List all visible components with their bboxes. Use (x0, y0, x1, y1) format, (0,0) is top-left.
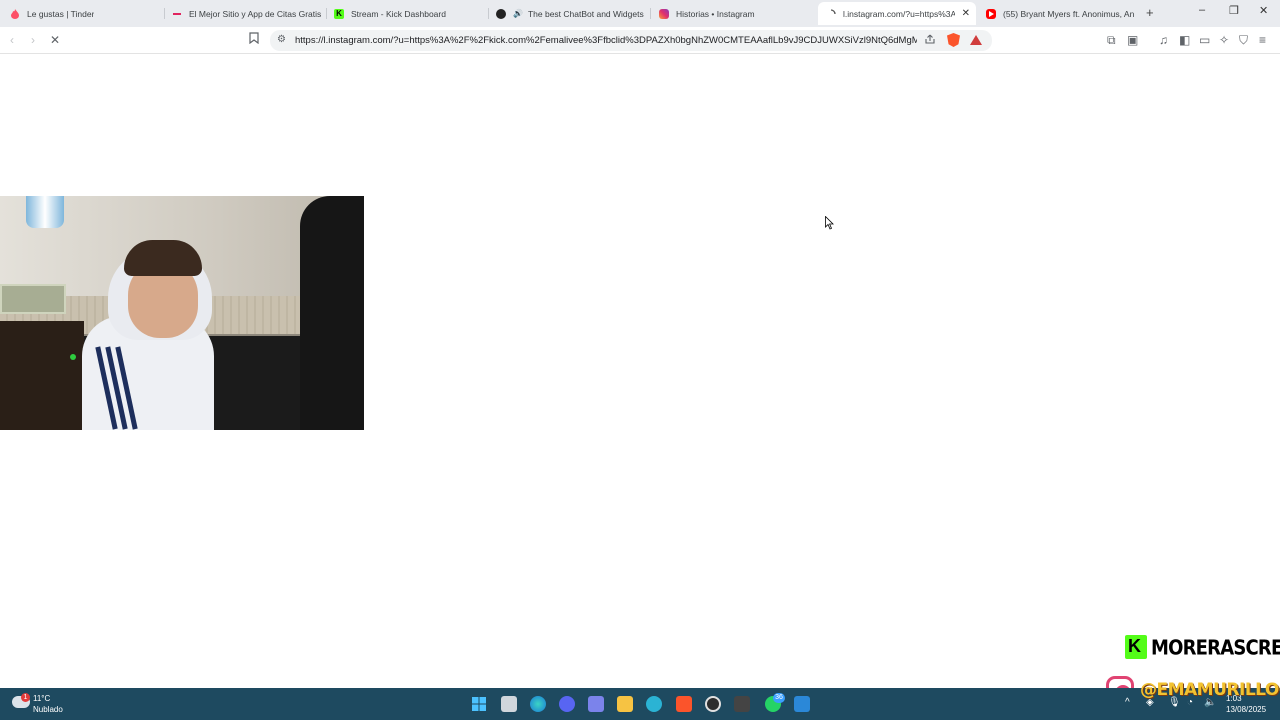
vpn-icon[interactable]: ⛉ (1239, 33, 1248, 48)
tab-label: Stream - Kick Dashboard (351, 8, 446, 19)
tab-label: (55) Bryant Myers ft. Anonimus, Anu (1003, 8, 1134, 19)
instagram-handle: @EMAMURILLO05 (1140, 680, 1280, 700)
address-bar[interactable]: ⚙ https://l.instagram.com/?u=https%3A%2F… (270, 30, 992, 51)
tab-dating-site[interactable]: El Mejor Sitio y App de Citas Gratis | (172, 2, 322, 25)
brave-rewards-icon[interactable] (970, 35, 982, 45)
clock-date[interactable]: 13/08/2025 (1226, 705, 1266, 714)
tab-label: The best ChatBot and Widgets f (527, 8, 646, 19)
dating-site-icon (172, 9, 182, 19)
brave-taskbar-icon[interactable] (676, 696, 692, 712)
tab-strip: Le gustas | Tinder El Mejor Sitio y App … (0, 0, 1280, 27)
forward-icon[interactable]: › (31, 33, 35, 47)
weather-alert-badge: 1 (21, 693, 30, 702)
tab-tinder[interactable]: Le gustas | Tinder (10, 2, 160, 25)
app-icon[interactable] (646, 696, 662, 712)
capcut-icon[interactable] (734, 696, 750, 712)
wallet-icon[interactable]: ▭ (1199, 33, 1210, 47)
back-icon[interactable]: ‹ (10, 33, 14, 47)
share-icon[interactable] (924, 33, 936, 48)
tab-youtube[interactable]: (55) Bryant Myers ft. Anonimus, Anu (986, 2, 1134, 25)
tab-search-icon[interactable]: ▣ (1127, 33, 1138, 47)
discord-icon[interactable] (559, 696, 575, 712)
flag-decoration (26, 196, 64, 228)
brave-shields-icon[interactable] (947, 33, 960, 47)
tab-label: Le gustas | Tinder (27, 8, 95, 19)
tab-label: El Mejor Sitio y App de Citas Gratis | (189, 8, 322, 19)
photos-icon[interactable] (794, 696, 810, 712)
windows-start-icon[interactable] (471, 696, 487, 712)
leo-ai-icon[interactable]: ✧ (1219, 33, 1229, 47)
site-info-icon[interactable]: ⚙ (277, 34, 286, 45)
webcam-feed (0, 196, 364, 430)
loading-spinner-icon (826, 8, 836, 19)
close-window-icon[interactable]: ✕ (1259, 4, 1268, 17)
tab-active-instagram-redirect[interactable]: l.instagram.com/?u=https%3A% ✕ (818, 2, 976, 25)
weather-description[interactable]: Nublado (33, 705, 63, 714)
mouse-cursor (825, 215, 834, 235)
botrix-icon (496, 8, 506, 19)
bookmark-icon[interactable] (249, 32, 259, 47)
crew-name: MORERASCREW (1151, 636, 1280, 661)
tab-chatbot[interactable]: 🔊 The best ChatBot and Widgets f (496, 2, 646, 25)
browser-toolbar: ‹ › ✕ ⚙ https://l.instagram.com/?u=https… (0, 27, 1280, 54)
file-explorer-icon[interactable] (617, 696, 633, 712)
stop-loading-icon[interactable]: ✕ (50, 33, 60, 47)
restore-icon[interactable]: ❐ (1229, 4, 1239, 17)
tab-label: Historias • Instagram (676, 8, 755, 19)
media-icon[interactable]: ♫ (1159, 33, 1168, 47)
windows-taskbar: 1 11°C Nublado 36 ^ ◈ 🎙 ◔ 🔈 1:03 13/08/2… (0, 688, 1280, 720)
whatsapp-unread-badge: 36 (773, 693, 785, 703)
edge-icon[interactable] (530, 696, 546, 712)
tab-instagram-stories[interactable]: Historias • Instagram (659, 2, 809, 25)
obs-icon[interactable] (705, 696, 721, 712)
tinder-icon (10, 8, 20, 19)
task-view-icon[interactable] (501, 696, 517, 712)
url-text[interactable]: https://l.instagram.com/?u=https%3A%2F%2… (295, 35, 917, 46)
instagram-icon (659, 8, 669, 19)
extensions-icon[interactable]: ⧉ (1107, 33, 1116, 48)
audio-playing-icon[interactable]: 🔊 (513, 9, 523, 18)
tab-kick-dashboard[interactable]: K Stream - Kick Dashboard (334, 2, 484, 25)
youtube-icon (986, 8, 996, 19)
menu-icon[interactable]: ≡ (1259, 33, 1266, 47)
close-tab-icon[interactable]: ✕ (962, 8, 970, 19)
weather-temperature[interactable]: 11°C (33, 694, 50, 703)
kick-icon: K (334, 8, 344, 19)
minimize-icon[interactable]: – (1199, 4, 1205, 16)
tab-label: l.instagram.com/?u=https%3A% (843, 8, 955, 19)
dollar-bill-poster (0, 284, 66, 314)
show-hidden-icons-icon[interactable]: ^ (1125, 697, 1130, 708)
new-tab-button[interactable]: + (1146, 5, 1154, 20)
kick-logo: K (1125, 635, 1147, 659)
teams-icon[interactable] (588, 696, 604, 712)
sidebar-icon[interactable]: ◧ (1179, 33, 1190, 47)
